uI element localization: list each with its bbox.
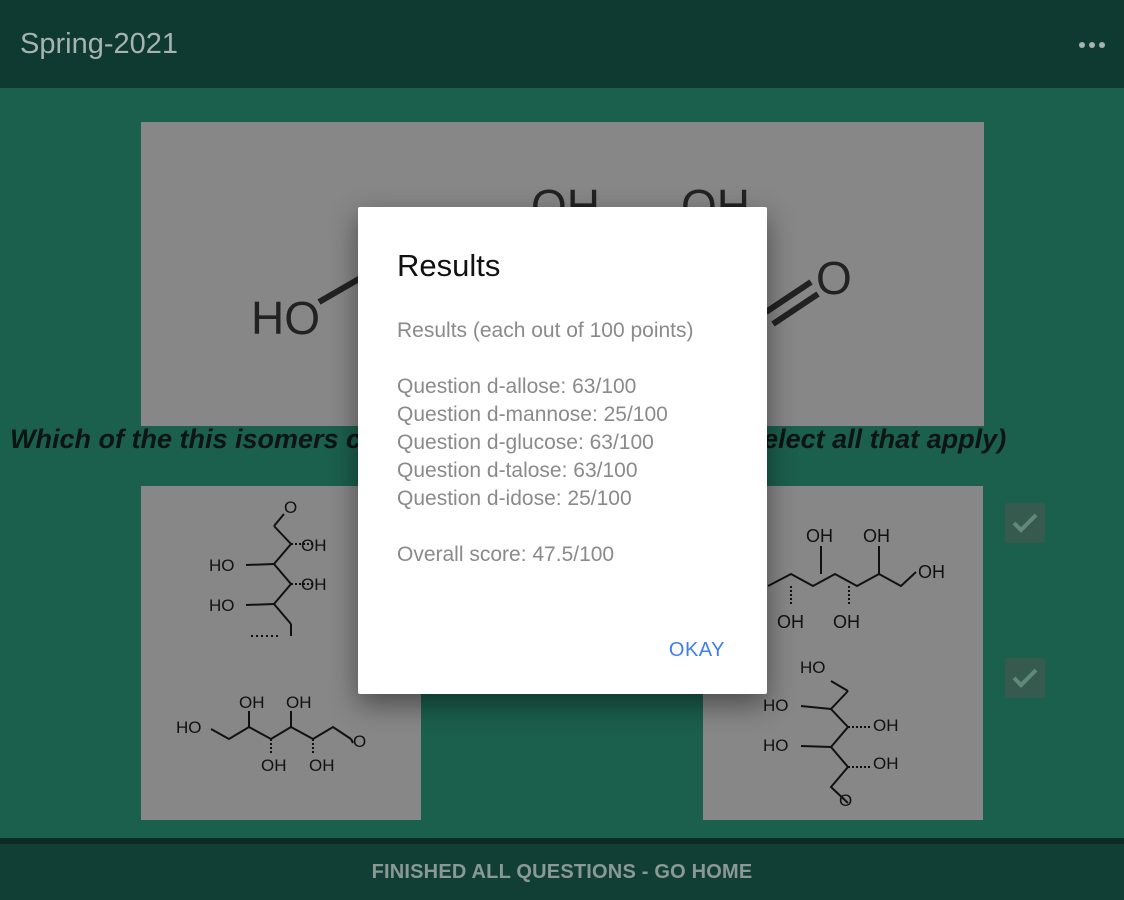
label: OH xyxy=(918,562,945,582)
result-line: Question d-idose: 25/100 xyxy=(397,487,632,510)
label: OH xyxy=(873,754,899,773)
label: OH xyxy=(261,756,287,775)
check-icon xyxy=(1012,668,1038,688)
label: O xyxy=(284,498,297,517)
dialog-title: Results xyxy=(397,248,501,283)
result-line: Question d-allose: 63/100 xyxy=(397,375,637,398)
result-line: Question d-glucose: 63/100 xyxy=(397,431,654,454)
more-horiz-icon[interactable] xyxy=(1072,28,1112,62)
go-home-label: FINISHED ALL QUESTIONS - GO HOME xyxy=(371,860,753,883)
app-title: Spring-2021 xyxy=(20,28,178,60)
label: OH xyxy=(301,536,327,555)
label: HO xyxy=(209,596,235,615)
go-home-button[interactable]: FINISHED ALL QUESTIONS - GO HOME xyxy=(0,844,1124,900)
label: HO xyxy=(209,556,235,575)
label: HO xyxy=(800,661,826,677)
label: OH xyxy=(286,693,312,712)
dialog-subtitle: Results (each out of 100 points) xyxy=(397,319,694,342)
result-line: Question d-mannose: 25/100 xyxy=(397,403,668,426)
label: O xyxy=(839,791,852,810)
structure-o-label: O xyxy=(816,252,852,304)
label: HO xyxy=(763,736,789,755)
app-bar: Spring-2021 xyxy=(0,0,1124,88)
label: OH xyxy=(873,716,899,735)
check-icon xyxy=(1012,513,1038,533)
dialog-body: Results (each out of 100 points) Questio… xyxy=(397,317,747,569)
answer-checkbox-1[interactable] xyxy=(1005,503,1045,543)
label: OH xyxy=(806,526,833,546)
okay-button[interactable]: OKAY xyxy=(669,639,725,662)
label: OH xyxy=(777,612,804,632)
label: OH xyxy=(863,526,890,546)
label: O xyxy=(353,732,366,751)
result-line: Question d-talose: 63/100 xyxy=(397,459,638,482)
label: HO xyxy=(763,696,789,715)
label: OH xyxy=(239,693,265,712)
label: OH xyxy=(833,612,860,632)
results-dialog: Results Results (each out of 100 points)… xyxy=(358,207,767,694)
answer-checkbox-2[interactable] xyxy=(1005,658,1045,698)
label: OH xyxy=(309,756,335,775)
structure-ho-label: HO xyxy=(251,292,320,344)
overall-score: Overall score: 47.5/100 xyxy=(397,543,615,566)
label: HO xyxy=(176,718,202,737)
